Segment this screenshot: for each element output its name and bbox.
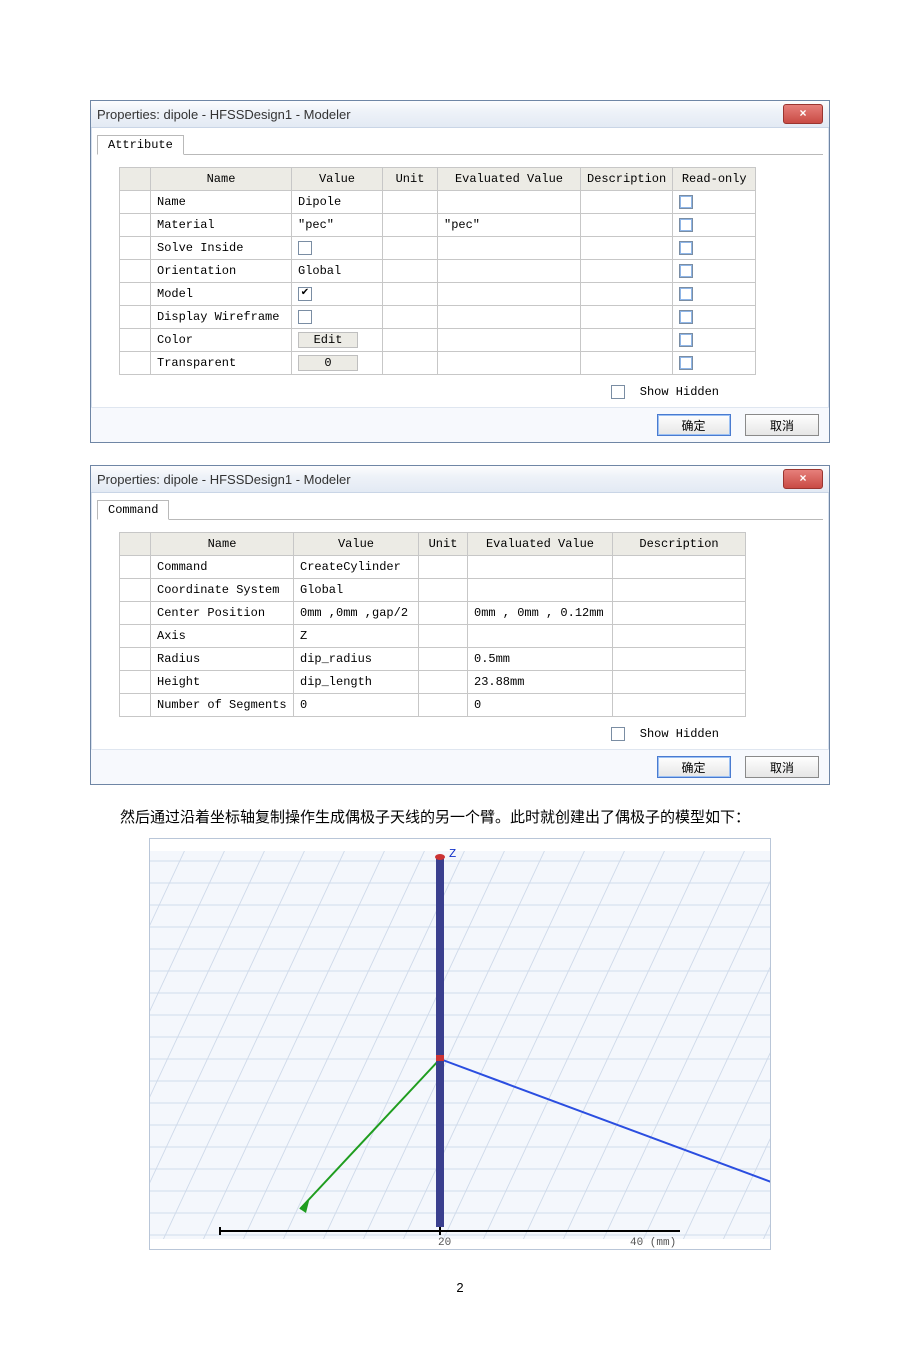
attribute-table: Name Value Unit Evaluated Value Descript… [119, 167, 756, 375]
readonly-checkbox[interactable] [679, 310, 693, 324]
col-value: Value [292, 168, 383, 191]
titlebar[interactable]: Properties: dipole - HFSSDesign1 - Model… [91, 101, 829, 128]
edit-color-button[interactable]: Edit [298, 332, 358, 348]
col-unit: Unit [419, 533, 468, 556]
table-row[interactable]: Color Edit [120, 329, 756, 352]
table-row[interactable]: Radius dip_radius 0.5mm [120, 648, 746, 671]
table-row[interactable]: Number of Segments 0 0 [120, 694, 746, 717]
col-value: Value [294, 533, 419, 556]
dialog-footer: 确定 取消 [91, 407, 829, 442]
tab-command[interactable]: Command [97, 500, 169, 520]
readonly-checkbox[interactable] [679, 218, 693, 232]
window-title: Properties: dipole - HFSSDesign1 - Model… [97, 472, 351, 487]
close-icon[interactable]: × [783, 469, 823, 489]
table-row[interactable]: Name Dipole [120, 191, 756, 214]
table-row[interactable]: Axis Z [120, 625, 746, 648]
z-axis-label: Z [449, 847, 456, 861]
table-row[interactable]: Orientation Global [120, 260, 756, 283]
readonly-checkbox[interactable] [679, 287, 693, 301]
cancel-button[interactable]: 取消 [745, 414, 819, 436]
col-eval: Evaluated Value [438, 168, 581, 191]
readonly-checkbox[interactable] [679, 333, 693, 347]
col-name: Name [151, 168, 292, 191]
command-table: Name Value Unit Evaluated Value Descript… [119, 532, 746, 717]
table-row[interactable]: Transparent 0 [120, 352, 756, 375]
cancel-button[interactable]: 取消 [745, 756, 819, 778]
transparent-button[interactable]: 0 [298, 355, 358, 371]
col-desc: Description [613, 533, 746, 556]
col-unit: Unit [383, 168, 438, 191]
window-title: Properties: dipole - HFSSDesign1 - Model… [97, 107, 351, 122]
readonly-checkbox[interactable] [679, 241, 693, 255]
value-checkbox[interactable] [298, 310, 312, 324]
col-readonly: Read-only [673, 168, 756, 191]
command-properties-dialog: Properties: dipole - HFSSDesign1 - Model… [90, 465, 830, 785]
readonly-checkbox[interactable] [679, 356, 693, 370]
dialog-footer: 确定 取消 [91, 749, 829, 784]
close-icon[interactable]: × [783, 104, 823, 124]
col-eval: Evaluated Value [468, 533, 613, 556]
ok-button[interactable]: 确定 [657, 756, 731, 778]
tabstrip: Command [97, 499, 823, 520]
tab-attribute[interactable]: Attribute [97, 135, 184, 155]
show-hidden-checkbox[interactable] [611, 727, 625, 741]
table-row[interactable]: Solve Inside [120, 237, 756, 260]
attribute-properties-dialog: Properties: dipole - HFSSDesign1 - Model… [90, 100, 830, 443]
show-hidden-label: Show Hidden [640, 727, 719, 741]
ok-button[interactable]: 确定 [657, 414, 731, 436]
show-hidden-checkbox[interactable] [611, 385, 625, 399]
table-row[interactable]: Model ✔ [120, 283, 756, 306]
readonly-checkbox[interactable] [679, 264, 693, 278]
page-number: 2 [90, 1280, 830, 1295]
col-name: Name [151, 533, 294, 556]
table-row[interactable]: Command CreateCylinder [120, 556, 746, 579]
value-checkbox[interactable]: ✔ [298, 287, 312, 301]
titlebar[interactable]: Properties: dipole - HFSSDesign1 - Model… [91, 466, 829, 493]
table-row[interactable]: Center Position 0mm ,0mm ,gap/2 0mm , 0m… [120, 602, 746, 625]
value-checkbox[interactable] [298, 241, 312, 255]
scale-mid: 20 [438, 1237, 451, 1249]
readonly-checkbox[interactable] [679, 195, 693, 209]
scale-unit: 40 (mm) [630, 1237, 676, 1249]
col-desc: Description [581, 168, 673, 191]
show-hidden-label: Show Hidden [640, 385, 719, 399]
model-viewport[interactable]: Z 20 40 (mm) [149, 838, 771, 1250]
table-row[interactable]: Display Wireframe [120, 306, 756, 329]
table-row[interactable]: Height dip_length 23.88mm [120, 671, 746, 694]
body-paragraph: 然后通过沿着坐标轴复制操作生成偶极子天线的另一个臂。此时就创建出了偶极子的模型如… [90, 807, 830, 830]
table-row[interactable]: Coordinate System Global [120, 579, 746, 602]
table-row[interactable]: Material "pec" "pec" [120, 214, 756, 237]
tabstrip: Attribute [97, 134, 823, 155]
